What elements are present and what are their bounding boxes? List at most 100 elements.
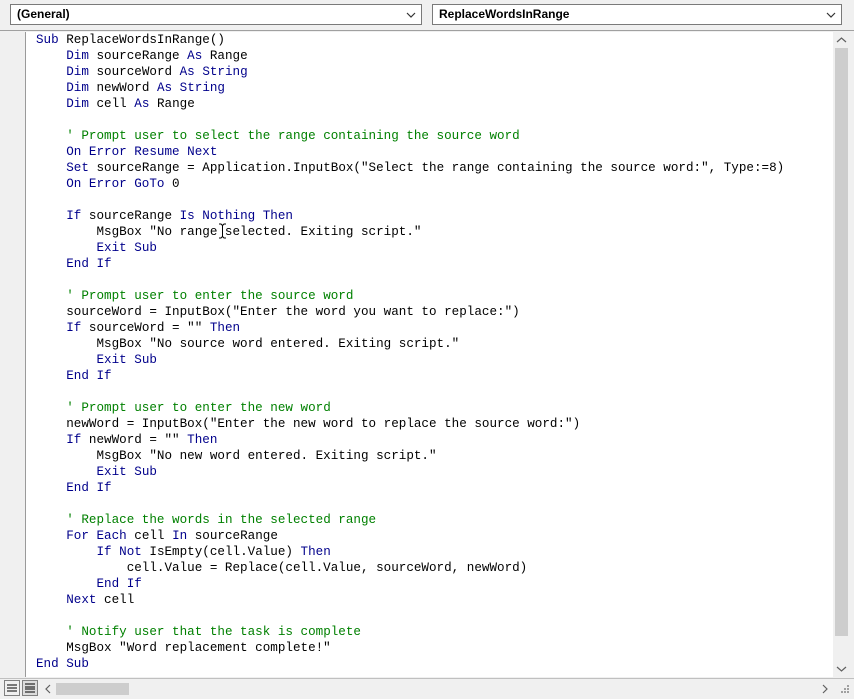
chevron-down-icon[interactable] (826, 11, 836, 19)
resize-grip-icon[interactable] (836, 682, 850, 696)
vertical-scroll-thumb[interactable] (835, 48, 848, 636)
code-line[interactable] (36, 496, 784, 512)
code-line[interactable]: Dim sourceRange As Range (36, 48, 784, 64)
code-text-token: Range (202, 49, 248, 63)
code-line[interactable]: End If (36, 256, 784, 272)
vertical-scrollbar[interactable] (833, 32, 850, 677)
keyword-token: Set (66, 161, 89, 175)
scroll-down-arrow-icon[interactable] (836, 665, 847, 673)
code-line[interactable]: On Error GoTo 0 (36, 176, 784, 192)
code-line[interactable] (36, 272, 784, 288)
procedure-view-button[interactable] (4, 680, 20, 696)
code-line[interactable]: Dim cell As Range (36, 96, 784, 112)
code-line[interactable]: ' Prompt user to enter the new word (36, 400, 784, 416)
code-line[interactable] (36, 608, 784, 624)
horizontal-scrollbar[interactable] (40, 680, 833, 697)
code-line[interactable]: Exit Sub (36, 240, 784, 256)
code-text-token: ReplaceWordsInRange() (58, 33, 225, 47)
code-line[interactable]: Exit Sub (36, 352, 784, 368)
code-line[interactable]: newWord = InputBox("Enter the new word t… (36, 416, 784, 432)
code-text-token: sourceRange (187, 529, 278, 543)
code-line[interactable] (36, 192, 784, 208)
scroll-up-arrow-icon[interactable] (836, 36, 847, 44)
comment-token: ' Replace the words in the selected rang… (66, 513, 377, 527)
procedure-view-icon (7, 684, 17, 692)
code-line[interactable]: MsgBox "No new word entered. Exiting scr… (36, 448, 784, 464)
scroll-left-arrow-icon[interactable] (44, 684, 52, 694)
code-line[interactable]: ' Notify user that the task is complete (36, 624, 784, 640)
code-line[interactable]: If sourceWord = "" Then (36, 320, 784, 336)
code-text-token: sourceWord (88, 65, 180, 79)
code-line[interactable]: cell.Value = Replace(cell.Value, sourceW… (36, 560, 784, 576)
code-line[interactable]: If Not IsEmpty(cell.Value) Then (36, 544, 784, 560)
code-text-token: newWord (88, 81, 157, 95)
code-line[interactable]: ' Prompt user to enter the source word (36, 288, 784, 304)
code-line[interactable]: If sourceRange Is Nothing Then (36, 208, 784, 224)
code-text-token: Range (149, 97, 195, 111)
code-line[interactable]: End If (36, 368, 784, 384)
code-line[interactable]: ' Replace the words in the selected rang… (36, 512, 784, 528)
code-line[interactable]: ' Prompt user to select the range contai… (36, 128, 784, 144)
code-line[interactable]: End Sub (36, 656, 784, 672)
code-line[interactable]: MsgBox "Word replacement complete!" (36, 640, 784, 656)
object-dropdown-value: (General) (17, 7, 70, 21)
code-line[interactable]: End If (36, 576, 784, 592)
code-line[interactable]: sourceWord = InputBox("Enter the word yo… (36, 304, 784, 320)
code-text-token: cell (126, 529, 173, 543)
keyword-token: End If (66, 481, 112, 495)
code-line[interactable]: Dim newWord As String (36, 80, 784, 96)
keyword-token: In (172, 529, 188, 543)
code-text-token: sourceRange = Application.InputBox("Sele… (88, 161, 785, 175)
code-text-token: cell (88, 97, 135, 111)
code-window-toolbar: (General) ReplaceWordsInRange (0, 0, 854, 30)
keyword-token: Sub (36, 33, 59, 47)
code-line[interactable] (36, 384, 784, 400)
code-text-token: sourceWord = InputBox("Enter the word yo… (36, 305, 520, 319)
chevron-down-icon[interactable] (406, 11, 416, 19)
code-line[interactable]: End If (36, 480, 784, 496)
code-line[interactable]: Dim sourceWord As String (36, 64, 784, 80)
code-window: Sub ReplaceWordsInRange() Dim sourceRang… (0, 30, 854, 699)
code-text-token: MsgBox "No range selected. Exiting scrip… (36, 225, 422, 239)
keyword-token: On Error GoTo (66, 177, 165, 191)
horizontal-scroll-thumb[interactable] (56, 683, 129, 695)
keyword-token: Exit Sub (96, 241, 157, 255)
code-line[interactable]: Exit Sub (36, 464, 784, 480)
scroll-right-arrow-icon[interactable] (821, 684, 829, 694)
full-module-view-button[interactable] (22, 680, 38, 696)
keyword-token: Exit Sub (96, 465, 157, 479)
comment-token: ' Notify user that the task is complete (66, 625, 361, 639)
keyword-token: If Not (96, 545, 142, 559)
code-line[interactable] (36, 112, 784, 128)
keyword-token: String (179, 81, 225, 95)
code-line[interactable]: Sub ReplaceWordsInRange() (36, 32, 784, 48)
keyword-token: Next (66, 593, 97, 607)
code-text-token: sourceRange (88, 49, 188, 63)
code-line[interactable]: For Each cell In sourceRange (36, 528, 784, 544)
code-line[interactable]: MsgBox "No range selected. Exiting scrip… (36, 224, 784, 240)
procedure-dropdown[interactable]: ReplaceWordsInRange (432, 4, 842, 25)
object-dropdown[interactable]: (General) (10, 4, 422, 25)
code-line[interactable]: If newWord = "" Then (36, 432, 784, 448)
code-line[interactable]: On Error Resume Next (36, 144, 784, 160)
keyword-token: Dim (66, 49, 89, 63)
code-line[interactable]: MsgBox "No source word entered. Exiting … (36, 336, 784, 352)
code-editor[interactable]: Sub ReplaceWordsInRange() Dim sourceRang… (26, 32, 833, 677)
margin-indicator-bar[interactable] (5, 32, 26, 677)
code-text-token: newWord = "" (81, 433, 188, 447)
code-line[interactable]: Next cell (36, 592, 784, 608)
code-line[interactable]: Set sourceRange = Application.InputBox("… (36, 160, 784, 176)
